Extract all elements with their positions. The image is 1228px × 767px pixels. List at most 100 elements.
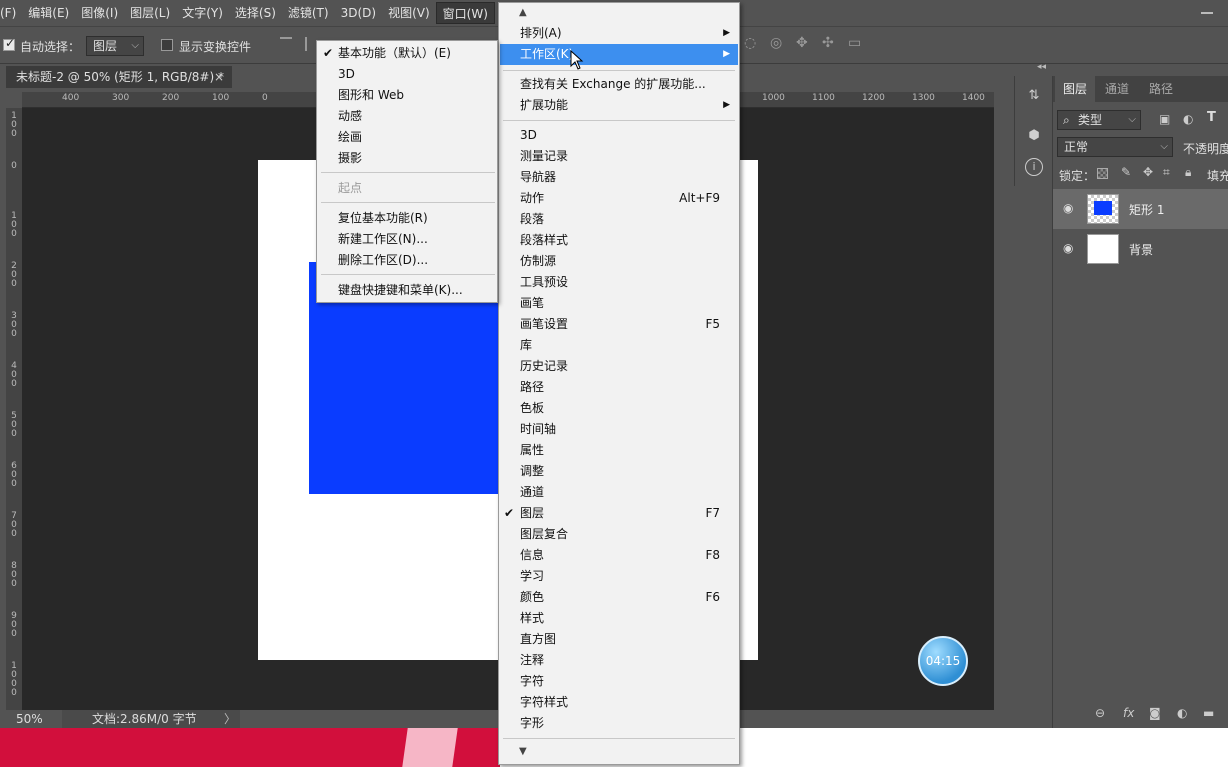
layer-filter-dropdown[interactable]: ⌕ 类型 ⌵ [1057, 110, 1141, 130]
align-top-icon[interactable] [280, 37, 292, 51]
menu-item-color[interactable]: 颜色 F6 [500, 587, 738, 608]
menu-type[interactable]: 文字(Y) [176, 2, 229, 24]
auto-select-dropdown[interactable]: 图层 ⌵ [86, 36, 144, 56]
lock-all-icon[interactable]: 🔒︎ [1185, 165, 1191, 180]
camera-3d-icon[interactable]: ▭ [848, 35, 861, 51]
menu-item-channels[interactable]: 通道 [500, 482, 738, 503]
properties-icon[interactable]: ⇅ [1025, 88, 1043, 106]
filter-adjustment-icon[interactable]: ◐ [1183, 112, 1193, 126]
menu-item-swatches[interactable]: 色板 [500, 398, 738, 419]
workspace-item-photography[interactable]: 摄影 [318, 148, 496, 169]
menu-file[interactable]: (F) [0, 2, 22, 24]
menu-item-navigator[interactable]: 导航器 [500, 167, 738, 188]
menu-item-extensions[interactable]: 扩展功能 ▶ [500, 95, 738, 116]
chevron-right-icon[interactable]: 〉 [224, 710, 236, 728]
tab-paths[interactable]: 路径 [1141, 76, 1181, 102]
menu-filter[interactable]: 滤镜(T) [282, 2, 335, 24]
menu-view[interactable]: 视图(V) [382, 2, 436, 24]
visibility-eye-icon[interactable]: ◉ [1063, 241, 1073, 255]
scroll-down-icon[interactable]: ▼ [519, 746, 527, 757]
menu-item-layer-comps[interactable]: 图层复合 [500, 524, 738, 545]
bottom-banner [0, 728, 500, 767]
menu-item-properties[interactable]: 属性 [500, 440, 738, 461]
layer-row[interactable]: ◉ 矩形 1 [1053, 189, 1228, 229]
document-info[interactable]: 文档:2.86M/0 字节 〉 [62, 710, 240, 728]
new-group-icon[interactable]: ▬ [1203, 706, 1214, 720]
menu-3d[interactable]: 3D(D) [335, 2, 382, 24]
menu-edit[interactable]: 编辑(E) [22, 2, 75, 24]
menu-window[interactable]: 窗口(W) [435, 2, 495, 24]
filter-pixel-icon[interactable]: ▣ [1159, 112, 1170, 126]
zoom-level[interactable]: 50% [16, 710, 43, 728]
workspace-item-new[interactable]: 新建工作区(N)... [318, 229, 496, 250]
show-transform-checkbox[interactable] [161, 39, 173, 51]
layer-name[interactable]: 背景 [1129, 241, 1153, 258]
filter-type-icon[interactable]: T [1207, 110, 1216, 125]
visibility-eye-icon[interactable]: ◉ [1063, 201, 1073, 215]
orbit-3d-icon[interactable]: ◌ [744, 35, 756, 51]
fx-icon[interactable]: fx [1123, 706, 1134, 720]
menu-item-workspace[interactable]: 工作区(K) ▶ [500, 44, 738, 65]
drag-3d-icon[interactable]: ✥ [796, 35, 808, 51]
menu-item-layers[interactable]: ✔ 图层 F7 [500, 503, 738, 524]
libraries-icon[interactable]: ⬢ [1025, 128, 1043, 146]
menu-item-libraries[interactable]: 库 [500, 335, 738, 356]
menu-image[interactable]: 图像(I) [75, 2, 124, 24]
collapse-panels-icon[interactable]: ◂◂ [1037, 62, 1046, 72]
menu-item-history[interactable]: 历史记录 [500, 356, 738, 377]
lock-artboard-icon[interactable]: ⌗ [1163, 165, 1170, 180]
menu-item-find-extensions[interactable]: 查找有关 Exchange 的扩展功能... [500, 74, 738, 95]
lock-move-icon[interactable]: ✥ [1143, 165, 1153, 179]
workspace-item-painting[interactable]: 绘画 [318, 127, 496, 148]
menu-item-measurement-log[interactable]: 测量记录 [500, 146, 738, 167]
info-icon[interactable]: i [1025, 158, 1043, 176]
workspace-item-graphics-web[interactable]: 图形和 Web [318, 85, 496, 106]
menu-item-info[interactable]: 信息 F8 [500, 545, 738, 566]
menu-select[interactable]: 选择(S) [229, 2, 282, 24]
workspace-item-motion[interactable]: 动感 [318, 106, 496, 127]
menu-item-paragraph-styles[interactable]: 段落样式 [500, 230, 738, 251]
menu-item-tool-presets[interactable]: 工具预设 [500, 272, 738, 293]
new-adjustment-icon[interactable]: ◐ [1177, 706, 1187, 720]
roll-3d-icon[interactable]: ◎ [770, 35, 782, 51]
menu-item-brush-settings[interactable]: 画笔设置 F5 [500, 314, 738, 335]
layer-name[interactable]: 矩形 1 [1129, 201, 1164, 218]
lock-brush-icon[interactable]: ✎ [1121, 165, 1131, 179]
menu-item-histogram[interactable]: 直方图 [500, 629, 738, 650]
minimize-icon[interactable] [1198, 4, 1216, 20]
menu-layer[interactable]: 图层(L) [124, 2, 176, 24]
layers-panel-tabs: 图层 通道 路径 [1053, 76, 1228, 102]
workspace-item-3d[interactable]: 3D [318, 64, 496, 85]
link-layers-icon[interactable]: ⊖ [1095, 706, 1105, 720]
add-mask-icon[interactable]: ◙ [1149, 706, 1161, 720]
auto-select-checkbox[interactable] [3, 36, 15, 51]
tab-channels[interactable]: 通道 [1097, 76, 1137, 102]
menu-item-character[interactable]: 字符 [500, 671, 738, 692]
scroll-up-icon[interactable]: ▲ [519, 7, 527, 18]
menu-item-learn[interactable]: 学习 [500, 566, 738, 587]
lock-transparent-icon[interactable] [1097, 168, 1108, 179]
menu-item-glyphs[interactable]: 字形 [500, 713, 738, 734]
close-icon[interactable]: × [214, 66, 224, 88]
menu-item-paths[interactable]: 路径 [500, 377, 738, 398]
menu-item-brushes[interactable]: 画笔 [500, 293, 738, 314]
menu-item-arrange[interactable]: 排列(A) ▶ [500, 23, 738, 44]
slide-3d-icon[interactable]: ✣ [822, 35, 834, 51]
workspace-item-keyboard-shortcuts[interactable]: 键盘快捷键和菜单(K)... [318, 280, 496, 301]
blend-mode-dropdown[interactable]: 正常 ⌵ [1057, 137, 1173, 157]
menu-item-notes[interactable]: 注释 [500, 650, 738, 671]
workspace-item-reset[interactable]: 复位基本功能(R) [318, 208, 496, 229]
workspace-item-essentials[interactable]: ✔ 基本功能（默认）(E) [318, 43, 496, 64]
tab-layers[interactable]: 图层 [1055, 76, 1096, 102]
menu-item-clone-source[interactable]: 仿制源 [500, 251, 738, 272]
workspace-item-delete[interactable]: 删除工作区(D)... [318, 250, 496, 271]
menu-item-actions[interactable]: 动作 Alt+F9 [500, 188, 738, 209]
document-tab[interactable]: 未标题-2 @ 50% (矩形 1, RGB/8#) * × [6, 66, 232, 88]
menu-item-timeline[interactable]: 时间轴 [500, 419, 738, 440]
layer-row[interactable]: ◉ 背景 [1053, 229, 1228, 269]
menu-item-character-styles[interactable]: 字符样式 [500, 692, 738, 713]
menu-item-paragraph[interactable]: 段落 [500, 209, 738, 230]
menu-item-3d[interactable]: 3D [500, 125, 738, 146]
menu-item-styles[interactable]: 样式 [500, 608, 738, 629]
menu-item-adjustments[interactable]: 调整 [500, 461, 738, 482]
